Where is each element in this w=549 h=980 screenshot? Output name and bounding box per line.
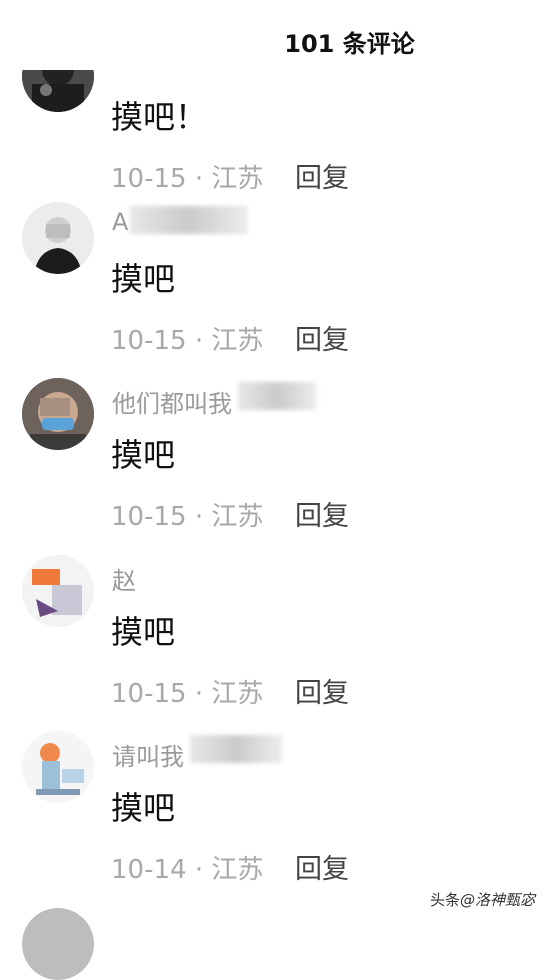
comment-content: 摸吧 (111, 260, 176, 298)
comment-list: 摸吧！ 10-15 · 江苏 回复 A 摸吧 10-15 · 江苏 回复 他们都… (0, 0, 549, 980)
avatar[interactable] (22, 908, 94, 980)
watermark-handle: @洛神甄宓 (459, 891, 535, 909)
comments-header: 101 条评论 (0, 0, 549, 70)
username-redaction (130, 206, 248, 234)
username-redaction (190, 735, 282, 763)
reply-button[interactable]: 回复 (295, 318, 349, 357)
avatar-image (22, 555, 94, 627)
comment-content: 摸吧 (111, 789, 176, 827)
comment-username[interactable]: 请叫我 (112, 737, 184, 772)
comment-meta: 10-14 · 江苏 (111, 855, 264, 885)
reply-button[interactable]: 回复 (295, 494, 349, 533)
comment-meta: 10-15 · 江苏 (111, 164, 264, 194)
comment-username[interactable]: 他们都叫我 (112, 384, 232, 419)
page-title: 101 条评论 (284, 30, 415, 58)
comment-item: A 摸吧 10-15 · 江苏 回复 (0, 202, 549, 378)
comment-content: 摸吧！ (111, 98, 208, 136)
comment-username[interactable]: A (112, 208, 128, 236)
avatar[interactable] (22, 202, 94, 274)
watermark-source: 头条 (429, 891, 460, 909)
avatar[interactable] (22, 555, 94, 627)
comment-item: 赵 摸吧 10-15 · 江苏 回复 (0, 555, 549, 731)
reply-button[interactable]: 回复 (295, 156, 349, 195)
comment-meta: 10-15 · 江苏 (111, 502, 264, 532)
comment-username[interactable]: 赵 (112, 561, 136, 596)
reply-button[interactable]: 回复 (295, 847, 349, 886)
avatar-image (22, 378, 94, 450)
reply-button[interactable]: 回复 (295, 671, 349, 710)
avatar[interactable] (22, 378, 94, 450)
watermark: 头条@洛神甄宓 (429, 889, 535, 910)
username-redaction (238, 382, 316, 410)
comment-item: 他们都叫我 摸吧 10-15 · 江苏 回复 (0, 378, 549, 554)
avatar[interactable] (22, 731, 94, 803)
comment-content: 摸吧 (111, 436, 176, 474)
avatar-image (22, 731, 94, 803)
comment-content: 摸吧 (111, 613, 176, 651)
comment-item: 请叫我 摸吧 10-14 · 江苏 回复 (0, 731, 549, 907)
comment-meta: 10-15 · 江苏 (111, 679, 264, 709)
comment-meta: 10-15 · 江苏 (111, 326, 264, 356)
avatar-image (22, 202, 94, 274)
